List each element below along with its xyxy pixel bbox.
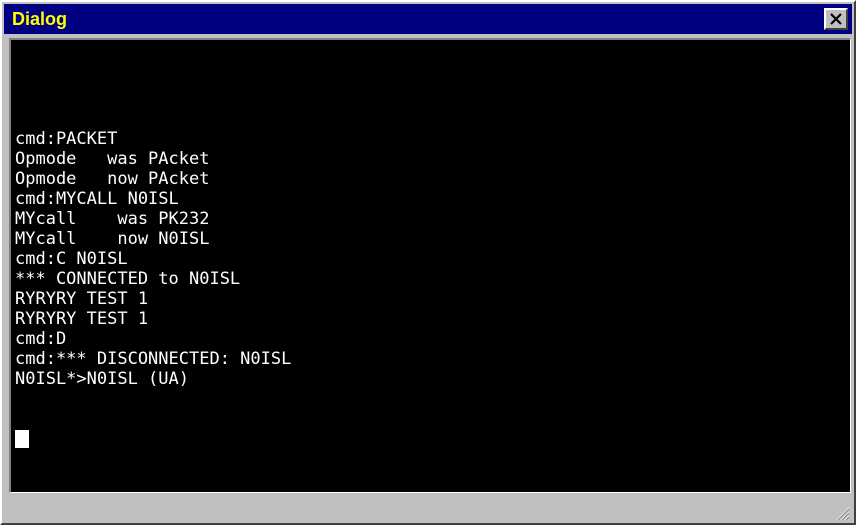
terminal-line: cmd:C N0ISL — [15, 249, 128, 269]
title-bar[interactable]: Dialog — [4, 4, 852, 34]
terminal-line: N0ISL*>N0ISL (UA) — [15, 369, 189, 389]
terminal-line: MYcall now N0ISL — [15, 229, 210, 249]
terminal-lines: cmd:PACKET Opmode was PAcket Opmode now … — [15, 129, 292, 448]
terminal-line: cmd:MYCALL N0ISL — [15, 189, 179, 209]
terminal-line: cmd:D — [15, 329, 67, 349]
terminal-line: cmd:PACKET — [15, 129, 118, 149]
terminal-line: cmd:*** DISCONNECTED: N0ISL — [15, 349, 292, 369]
terminal-output[interactable]: cmd:PACKET Opmode was PAcket Opmode now … — [9, 38, 851, 493]
input-line[interactable] — [15, 389, 291, 448]
terminal-line: MYcall was PK232 — [15, 209, 210, 229]
close-icon — [830, 13, 842, 25]
terminal-line: *** CONNECTED to N0ISL — [15, 269, 241, 289]
window-title: Dialog — [12, 9, 68, 29]
status-bar — [4, 494, 852, 523]
terminal-line: Opmode was PAcket — [15, 149, 210, 169]
terminal-line: RYRYRY TEST 1 — [15, 289, 149, 309]
resize-grip-icon[interactable] — [834, 505, 850, 521]
text-cursor — [15, 430, 29, 448]
close-button[interactable] — [824, 8, 848, 30]
terminal-line: Opmode now PAcket — [15, 169, 210, 189]
dialog-window: Dialog cmd:PACKET Opmode was PAcket Opmo… — [0, 0, 856, 525]
terminal-line: RYRYRY TEST 1 — [15, 309, 149, 329]
